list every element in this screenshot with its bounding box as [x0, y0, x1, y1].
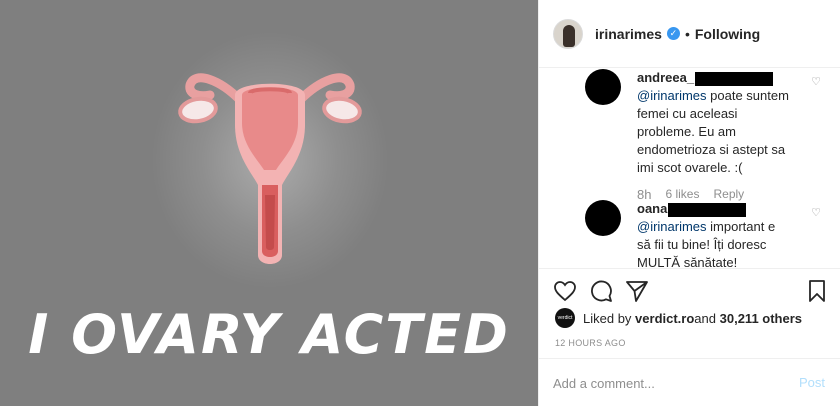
comment-avatar[interactable] [585, 69, 621, 105]
post-side-panel: irinarimes ✓ • Following andreea_ @irina… [538, 0, 840, 406]
profile-avatar[interactable] [553, 18, 583, 49]
post-media[interactable]: I OVARY ACTED [0, 0, 538, 406]
header-separator: • [684, 25, 690, 42]
heart-icon[interactable] [553, 279, 577, 303]
comment-mention[interactable]: @irinarimes [637, 88, 707, 103]
bookmark-icon[interactable] [805, 279, 829, 303]
instagram-post-modal: I OVARY ACTED irinarimes ✓ • Following a… [0, 0, 840, 406]
comment-avatar[interactable] [585, 200, 621, 236]
comment-username[interactable]: andreea_ [637, 70, 694, 85]
likes-prefix: Liked by [583, 310, 632, 326]
redaction-bar [695, 71, 774, 86]
add-comment-input[interactable] [553, 373, 783, 393]
likes-count[interactable]: 30,211 others [720, 311, 802, 326]
likes-middle: and [694, 310, 716, 326]
following-button[interactable]: Following [695, 26, 760, 42]
add-comment-row: Post [539, 358, 840, 406]
likes-summary: verdict Liked by verdict.ro and 30,211 o… [555, 308, 802, 328]
comment-body: andreea_ @irinarimes poate suntem femei … [637, 69, 789, 177]
comment-icon[interactable] [589, 279, 613, 303]
header-username[interactable]: irinarimes [595, 26, 662, 42]
comment-item: oana @irinarimes important e să fii tu b… [585, 200, 821, 267]
post-comment-button[interactable]: Post [799, 375, 825, 390]
redaction-bar [668, 202, 747, 217]
liker-avatar[interactable]: verdict [555, 308, 575, 328]
comment-username[interactable]: oana [637, 201, 667, 216]
share-icon[interactable] [625, 279, 649, 303]
comment-body: oana @irinarimes important e să fii tu b… [637, 200, 789, 267]
comments-list[interactable]: andreea_ @irinarimes poate suntem femei … [539, 69, 840, 267]
comment-heart-icon[interactable]: ♡ [811, 75, 821, 88]
verified-badge-icon: ✓ [666, 27, 680, 40]
uterus-illustration [178, 73, 362, 264]
action-bar [539, 268, 840, 312]
post-timestamp[interactable]: 12 HOURS AGO [555, 338, 626, 348]
comment-mention[interactable]: @irinarimes [637, 219, 707, 234]
comment-heart-icon[interactable]: ♡ [811, 206, 821, 219]
post-header: irinarimes ✓ • Following [539, 0, 840, 68]
comment-item: andreea_ @irinarimes poate suntem femei … [585, 69, 821, 202]
liker-username[interactable]: verdict.ro [635, 311, 694, 326]
media-caption: I OVARY ACTED [28, 303, 510, 366]
